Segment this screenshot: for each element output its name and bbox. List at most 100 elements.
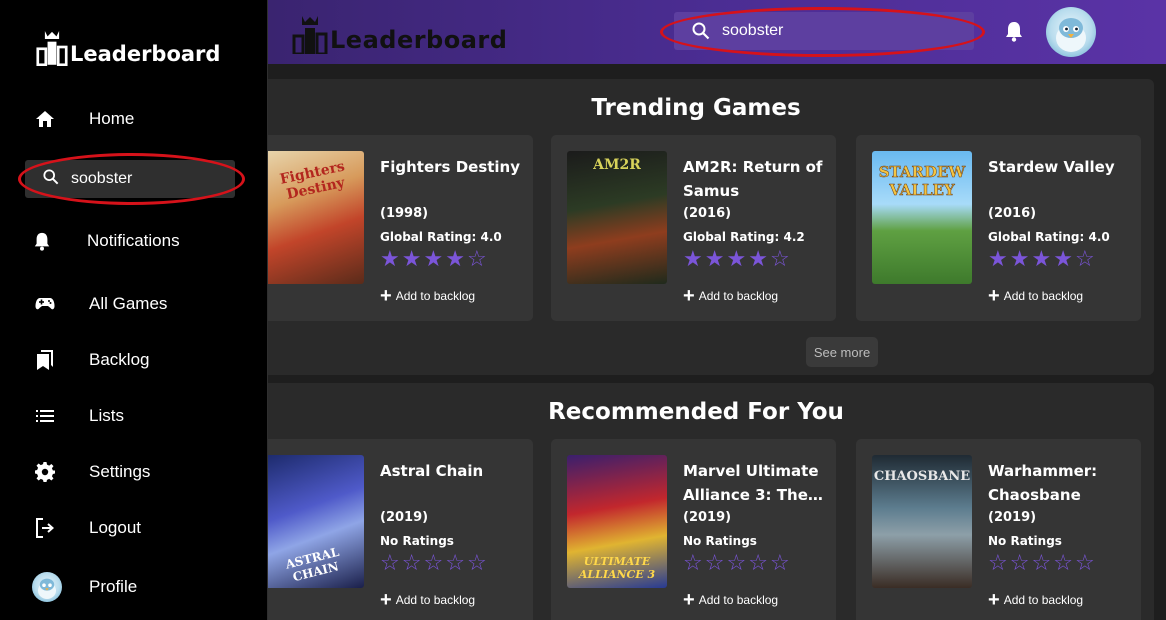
- game-card[interactable]: Fighters Destiny Fighters Destiny (1998)…: [248, 135, 533, 321]
- cover-title: STARDEW VALLEY: [878, 163, 966, 200]
- add-to-backlog-button[interactable]: + Add to backlog: [683, 590, 778, 610]
- backlog-label: Add to backlog: [1003, 593, 1084, 607]
- notifications-bell-icon[interactable]: [1004, 20, 1024, 46]
- sidebar: Leaderboard Home Notifications All Games…: [0, 0, 268, 620]
- star-empty-icon[interactable]: ☆: [380, 552, 400, 576]
- star-rating[interactable]: ☆ ☆ ☆ ☆ ☆: [683, 552, 790, 576]
- game-cover[interactable]: STARDEW VALLEY: [872, 151, 972, 284]
- sidebar-item-label: Profile: [89, 577, 138, 596]
- backlog-label: Add to backlog: [395, 289, 476, 303]
- add-to-backlog-button[interactable]: + Add to backlog: [988, 590, 1084, 610]
- game-card[interactable]: STARDEW VALLEY Stardew Valley (2016) Glo…: [856, 135, 1141, 321]
- cover-title: CHAOSBANE: [873, 469, 971, 484]
- sidebar-item-label: Home: [89, 109, 135, 128]
- star-empty-icon[interactable]: ☆: [683, 552, 703, 576]
- star-empty-icon[interactable]: ☆: [1053, 552, 1073, 576]
- sidebar-item-settings[interactable]: Settings: [0, 452, 268, 492]
- leaderboard-logo-icon: [292, 16, 328, 54]
- star-empty-icon[interactable]: ☆: [770, 552, 790, 576]
- add-to-backlog-button[interactable]: + Add to backlog: [683, 285, 778, 307]
- game-title[interactable]: AM2R: Return of Samus: [683, 155, 828, 203]
- star-filled-icon[interactable]: ★: [423, 248, 443, 272]
- game-card[interactable]: ULTIMATE ALLIANCE 3 Marvel Ultimate Alli…: [551, 439, 836, 620]
- sidebar-item-backlog[interactable]: Backlog: [0, 340, 268, 380]
- game-title[interactable]: Astral Chain: [380, 459, 525, 483]
- sidebar-item-lists[interactable]: Lists: [0, 396, 268, 436]
- star-empty-icon[interactable]: ☆: [1075, 552, 1095, 576]
- star-filled-icon[interactable]: ★: [1053, 248, 1073, 272]
- star-empty-icon[interactable]: ☆: [1031, 552, 1051, 576]
- star-empty-icon[interactable]: ☆: [705, 552, 725, 576]
- star-rating[interactable]: ★ ★ ★ ★ ☆: [683, 248, 790, 272]
- plus-icon: +: [683, 285, 695, 307]
- game-title[interactable]: Warhammer: Chaosbane: [988, 459, 1133, 507]
- sidebar-item-label: All Games: [89, 294, 168, 313]
- star-empty-icon[interactable]: ☆: [770, 248, 790, 272]
- game-card[interactable]: AM2R AM2R: Return of Samus (2016) Global…: [551, 135, 836, 321]
- recommended-section: Recommended For You ASTRAL CHAIN Astral …: [248, 383, 1154, 620]
- game-rating: No Ratings: [988, 534, 1062, 548]
- user-avatar[interactable]: [1046, 7, 1096, 57]
- game-cover[interactable]: CHAOSBANE: [872, 455, 972, 588]
- game-card[interactable]: ASTRAL CHAIN Astral Chain (2019) No Rati…: [248, 439, 533, 620]
- game-cover[interactable]: Fighters Destiny: [264, 151, 364, 284]
- star-filled-icon[interactable]: ★: [748, 248, 768, 272]
- game-card[interactable]: CHAOSBANE Warhammer: Chaosbane (2019) No…: [856, 439, 1141, 620]
- star-rating[interactable]: ★ ★ ★ ★ ☆: [988, 248, 1095, 272]
- star-filled-icon[interactable]: ★: [1010, 248, 1030, 272]
- star-filled-icon[interactable]: ★: [988, 248, 1008, 272]
- game-year: (2019): [683, 510, 732, 525]
- add-to-backlog-button[interactable]: + Add to backlog: [380, 590, 476, 610]
- game-cover[interactable]: ASTRAL CHAIN: [264, 455, 364, 588]
- star-filled-icon[interactable]: ★: [402, 248, 422, 272]
- top-bar: Leaderboard: [268, 0, 1166, 64]
- star-filled-icon[interactable]: ★: [1031, 248, 1051, 272]
- star-empty-icon[interactable]: ☆: [726, 552, 746, 576]
- game-title[interactable]: Stardew Valley: [988, 155, 1133, 179]
- star-filled-icon[interactable]: ★: [683, 248, 703, 272]
- star-rating[interactable]: ★ ★ ★ ★ ☆: [380, 248, 487, 272]
- cover-title: AM2R: [593, 157, 641, 173]
- game-cover[interactable]: AM2R: [567, 151, 667, 284]
- search-input[interactable]: [722, 22, 952, 40]
- sidebar-item-home[interactable]: Home: [0, 99, 268, 139]
- backlog-label: Add to backlog: [395, 593, 476, 607]
- sidebar-item-label: Notifications: [87, 231, 180, 250]
- star-filled-icon[interactable]: ★: [445, 248, 465, 272]
- game-rating: Global Rating: 4.2: [683, 230, 805, 244]
- sidebar-item-profile[interactable]: Profile: [0, 567, 268, 607]
- game-cover[interactable]: ULTIMATE ALLIANCE 3: [567, 455, 667, 588]
- sidebar-item-notifications[interactable]: Notifications: [0, 221, 268, 261]
- star-empty-icon[interactable]: ☆: [748, 552, 768, 576]
- game-title[interactable]: Marvel Ultimate Alliance 3: The…: [683, 459, 828, 507]
- sidebar-item-all-games[interactable]: All Games: [0, 284, 268, 324]
- game-title[interactable]: Fighters Destiny: [380, 155, 525, 179]
- header-search[interactable]: [674, 12, 974, 50]
- see-more-button[interactable]: See more: [806, 337, 878, 367]
- star-empty-icon[interactable]: ☆: [423, 552, 443, 576]
- star-empty-icon[interactable]: ☆: [1075, 248, 1095, 272]
- star-rating[interactable]: ☆ ☆ ☆ ☆ ☆: [988, 552, 1095, 576]
- star-filled-icon[interactable]: ★: [726, 248, 746, 272]
- star-empty-icon[interactable]: ☆: [1010, 552, 1030, 576]
- star-empty-icon[interactable]: ☆: [467, 552, 487, 576]
- star-filled-icon[interactable]: ★: [380, 248, 400, 272]
- sidebar-logo[interactable]: Leaderboard: [36, 28, 220, 66]
- star-rating[interactable]: ☆ ☆ ☆ ☆ ☆: [380, 552, 487, 576]
- star-empty-icon[interactable]: ☆: [988, 552, 1008, 576]
- header-logo[interactable]: Leaderboard: [292, 8, 507, 54]
- sidebar-search-input[interactable]: [71, 170, 221, 188]
- star-empty-icon[interactable]: ☆: [402, 552, 422, 576]
- star-filled-icon[interactable]: ★: [705, 248, 725, 272]
- search-icon: [43, 169, 59, 189]
- star-empty-icon[interactable]: ☆: [445, 552, 465, 576]
- add-to-backlog-button[interactable]: + Add to backlog: [988, 286, 1083, 306]
- game-rating: No Ratings: [683, 534, 757, 548]
- star-empty-icon[interactable]: ☆: [467, 248, 487, 272]
- sidebar-search[interactable]: [25, 160, 235, 198]
- add-to-backlog-button[interactable]: + Add to backlog: [380, 286, 476, 306]
- sidebar-item-logout[interactable]: Logout: [0, 508, 268, 548]
- game-rating: No Ratings: [380, 534, 454, 548]
- home-icon: [34, 108, 56, 130]
- sidebar-item-label: Settings: [89, 462, 151, 481]
